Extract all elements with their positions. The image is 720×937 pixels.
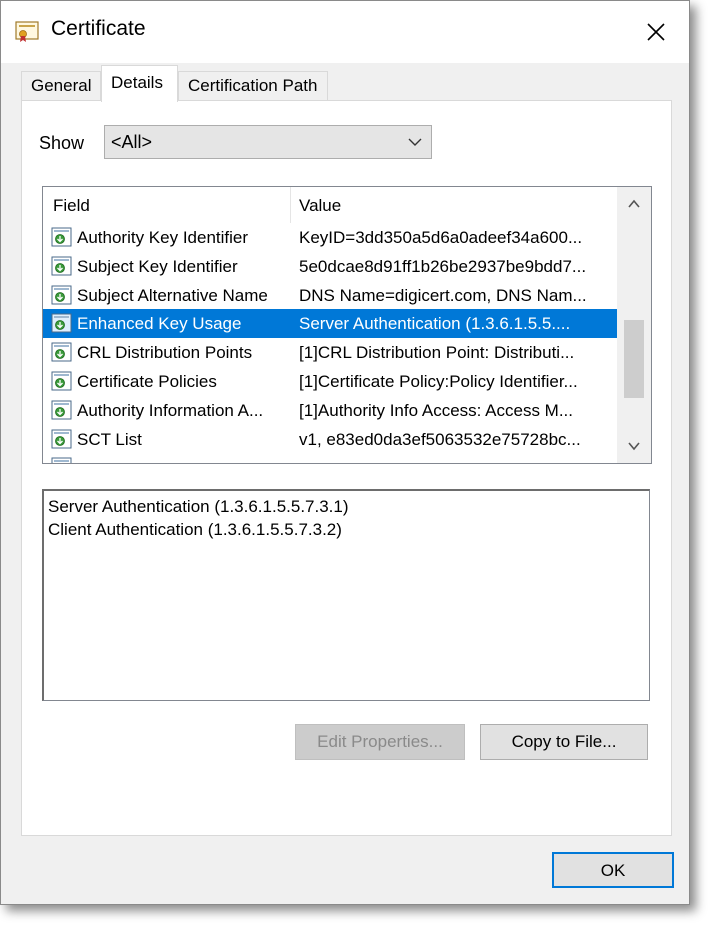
list-rows: Authority Key Identifier KeyID=3dd350a5d6… [43,223,617,463]
row-value: KeyID=3dd350a5d6a0adeef34a600... [299,228,583,247]
row-value: 5e0dcae8d91ff1b26be2937be9bdd7... [299,256,587,276]
field-list[interactable]: Field Value Authority Key Identifier KeyI… [42,186,652,464]
show-label: Show [39,133,85,153]
list-item[interactable]: Authority Information A... [1]Authority I… [43,396,617,425]
certificate-field-icon [51,285,72,305]
certificate-field-icon [51,400,72,420]
certificate-field-icon [51,457,72,463]
window-title: Certificate [51,17,146,40]
list-item[interactable]: Authority Key Identifier KeyID=3dd350a5d6… [43,223,617,252]
certificate-field-icon [51,313,72,333]
copy-to-file-button[interactable]: Copy to File... [480,724,648,760]
list-item[interactable]: CRL Distribution Points [1]CRL Distributi… [43,338,617,367]
detail-line: Client Authentication (1.3.6.1.5.5.7.3.2… [48,520,342,539]
row-field: Certificate Policies [77,371,217,391]
row-field: Subject Alternative Name [77,285,268,305]
row-field: Authority Information A... [77,400,264,420]
row-value: [1]Certificate Policy:Policy Identifier.… [299,371,578,391]
row-value: DNS Name=digicert.com, DNS Nam... [299,285,587,305]
details-panel: Show <All> Field Value Authority Key Ide… [21,100,672,836]
field-value-textbox[interactable]: Server Authentication (1.3.6.1.5.5.7.3.1… [42,489,650,701]
title-bar: Certificate [1,1,689,63]
show-selected-value: <All> [111,132,153,152]
certificate-icon [15,21,39,42]
chevron-down-icon [408,138,422,146]
row-field: Authority Key Identifier [77,228,249,247]
row-value: Server Authentication (1.3.6.1.5.5.... [299,314,571,334]
list-item-partial[interactable] [43,453,617,463]
tab-details[interactable]: Details [101,65,178,102]
chevron-up-icon [628,199,640,208]
row-value: [1]CRL Distribution Point: Distributi... [299,343,575,363]
certificate-field-icon [51,256,72,276]
column-divider[interactable] [290,187,291,223]
show-dropdown[interactable]: <All> [104,125,432,159]
row-field: CRL Distribution Points [77,343,253,363]
tab-certification-path[interactable]: Certification Path [178,71,328,101]
close-button[interactable] [623,1,689,63]
list-item[interactable]: Subject Alternative Name DNS Name=digicer… [43,281,617,310]
list-item[interactable]: SCT List v1, e83ed0da3ef5063532e75728bc..… [43,425,617,454]
scroll-thumb[interactable] [624,320,644,398]
column-header-field[interactable]: Field [53,196,90,216]
row-field: SCT List [77,429,142,449]
close-icon [647,23,665,41]
row-value: [1]Authority Info Access: Access M... [299,400,574,420]
chevron-down-icon [628,442,640,451]
list-item[interactable]: Subject Key Identifier 5e0dcae8d91ff1b26b… [43,252,617,281]
row-field: Subject Key Identifier [77,256,238,276]
list-header: Field Value [43,187,617,223]
certificate-field-icon [51,342,72,362]
detail-line: Server Authentication (1.3.6.1.5.5.7.3.1… [48,497,349,516]
list-scrollbar[interactable] [617,187,651,463]
column-header-value[interactable]: Value [299,196,341,216]
certificate-field-icon [51,371,72,391]
list-item[interactable]: Certificate Policies [1]Certificate Polic… [43,367,617,396]
ok-button[interactable]: OK [552,852,674,888]
row-value: v1, e83ed0da3ef5063532e75728bc... [299,429,581,449]
scroll-down-button[interactable] [617,429,651,463]
certificate-field-icon [51,227,72,247]
list-item[interactable]: Enhanced Key Usage Server Authentication … [43,309,617,339]
certificate-dialog: Certificate General Details Certificatio… [0,0,690,905]
tab-general[interactable]: General [21,71,101,101]
edit-properties-button[interactable]: Edit Properties... [295,724,465,760]
row-field: Enhanced Key Usage [77,314,242,334]
scroll-up-button[interactable] [617,187,651,221]
certificate-field-icon [51,429,72,449]
